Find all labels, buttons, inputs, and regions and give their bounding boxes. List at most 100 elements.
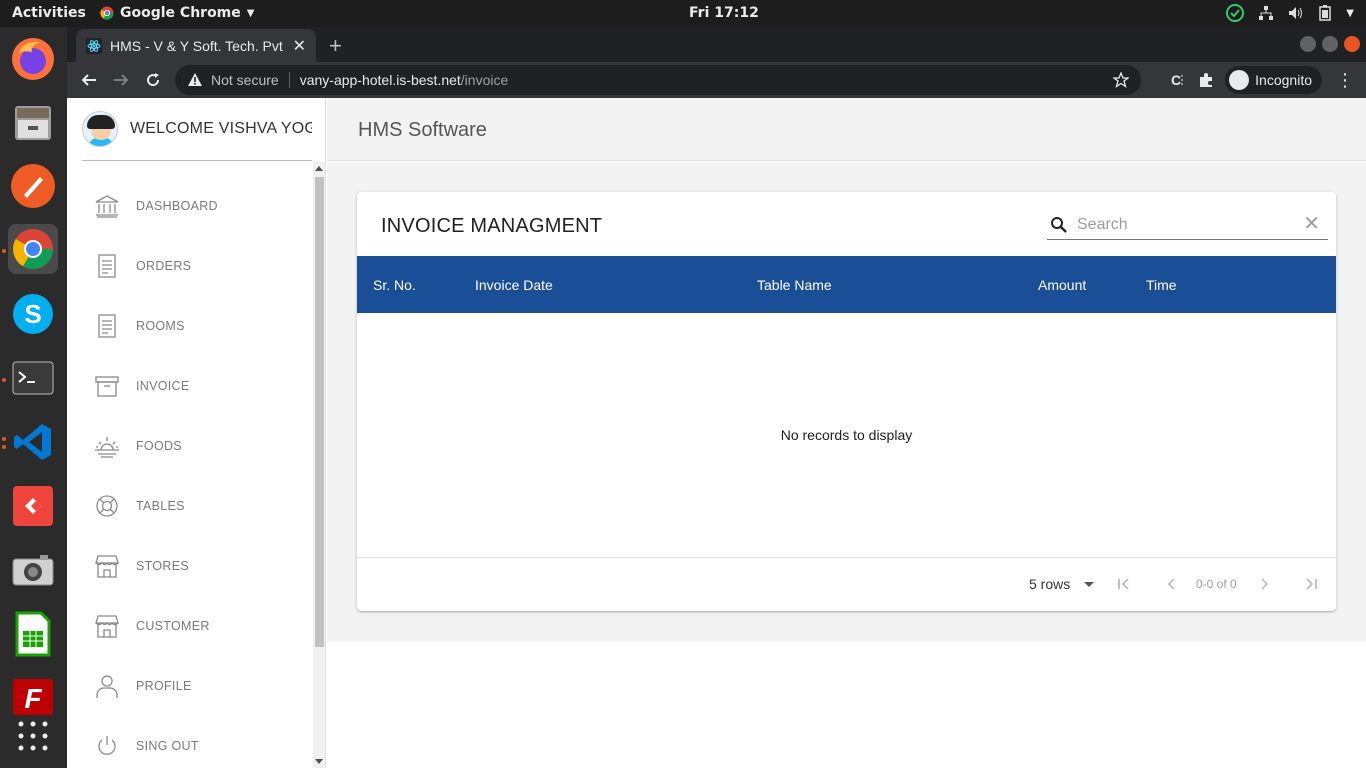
sidebar-item-stores[interactable]: STORES [67,536,312,596]
scroll-down-arrow-icon[interactable] [315,759,323,764]
close-window-button[interactable] [1344,36,1360,52]
forward-arrow-icon[interactable] [105,64,137,96]
sidebar-item-invoice[interactable]: INVOICE [67,356,312,416]
next-page-icon[interactable] [1254,574,1274,594]
anydesk-launcher[interactable] [8,481,58,531]
sidebar-scrollbar[interactable] [313,162,325,768]
skype-launcher[interactable]: S [8,289,58,339]
running-indicator [2,378,6,382]
sidebar-item-sign-out[interactable]: SING OUT [67,716,312,768]
update-check-icon[interactable] [1226,4,1245,22]
system-tray[interactable]: ▼ [1226,4,1354,22]
receipt-icon [94,253,120,279]
postman-launcher[interactable] [8,161,58,211]
show-applications-button[interactable] [8,711,58,761]
browser-tab[interactable]: HMS - V & Y Soft. Tech. Pvt ✕ [76,29,316,62]
svg-text:F: F [24,683,42,714]
react-favicon-icon [86,37,102,54]
browser-window: HMS - V & Y Soft. Tech. Pvt ✕ + Not secu… [67,27,1366,768]
file-cabinet-icon [15,106,51,140]
warning-icon[interactable] [187,72,203,88]
calc-launcher[interactable] [8,609,58,659]
firefox-launcher[interactable] [8,34,58,84]
sidebar-item-label: PROFILE [136,679,192,693]
power-icon [94,733,120,759]
store-icon [94,613,120,639]
anydesk-icon [13,486,53,526]
search-input[interactable] [1077,215,1297,234]
chrome-icon [13,229,53,269]
close-tab-icon[interactable]: ✕ [293,36,306,56]
incognito-icon [1229,70,1250,90]
cookie-blocked-icon[interactable]: C [1169,71,1187,89]
column-header-amount[interactable]: Amount [1038,277,1086,293]
running-indicator [2,437,6,441]
scroll-up-arrow-icon[interactable] [315,166,323,171]
address-bar[interactable]: Not secure vany-app-hotel.is-best.net/in… [175,65,1141,95]
clock[interactable]: Fri 17:12 [689,5,759,21]
column-header-table-name[interactable]: Table Name [757,277,832,293]
sidebar-item-label: DASHBOARD [136,199,218,213]
dock: S F [0,27,67,768]
column-header-sr-no[interactable]: Sr. No. [373,277,416,293]
sidebar-item-tables[interactable]: TABLES [67,476,312,536]
app-menu[interactable]: Google Chrome ▼ [100,5,254,21]
toolbar-right: C Incognito ⋮ [1169,66,1358,94]
postman-icon [11,164,55,208]
archive-icon [94,373,120,399]
new-tab-button[interactable]: + [329,33,342,59]
sidebar-item-customer[interactable]: CUSTOMER [67,596,312,656]
store-icon [94,553,120,579]
receipt-icon [94,313,120,339]
chrome-launcher[interactable] [8,224,58,274]
chrome-icon [100,6,114,20]
search-icon [1049,215,1069,235]
previous-page-icon[interactable] [1162,574,1182,594]
tab-title: HMS - V & Y Soft. Tech. Pvt [110,37,283,54]
column-header-time[interactable]: Time [1146,277,1177,293]
url-text[interactable]: vany-app-hotel.is-best.net/invoice [300,72,1105,88]
sidebar-item-orders[interactable]: ORDERS [67,236,312,296]
battery-icon[interactable] [1318,5,1332,21]
rows-per-page-select[interactable]: 5 rows [1029,576,1095,592]
main-area: HMS Software INVOICE MANAGMENT ✕ Sr. No.… [327,98,1366,768]
more-menu-icon[interactable]: ⋮ [1332,70,1358,91]
minimize-button[interactable] [1300,36,1316,52]
back-arrow-icon[interactable] [73,64,105,96]
volume-icon[interactable] [1288,5,1304,21]
bank-icon [94,193,120,219]
incognito-badge[interactable]: Incognito [1225,66,1322,94]
first-page-icon[interactable] [1114,574,1134,594]
sidebar-item-rooms[interactable]: ROOMS [67,296,312,356]
running-indicator [2,249,6,253]
app-menu-label: Google Chrome [120,5,241,21]
vscode-launcher[interactable] [8,417,58,467]
system-menu-arrow-icon[interactable]: ▼ [1346,8,1354,19]
scrollbar-thumb[interactable] [315,177,324,647]
network-icon[interactable] [1258,5,1274,21]
sidebar-item-label: CUSTOMER [136,619,210,633]
maximize-button[interactable] [1322,36,1338,52]
column-header-invoice-date[interactable]: Invoice Date [475,277,553,293]
extensions-puzzle-icon[interactable] [1197,71,1215,89]
svg-text:S: S [24,299,41,329]
bookmark-star-icon[interactable] [1113,72,1129,88]
terminal-launcher[interactable] [8,353,58,403]
sidebar-item-foods[interactable]: FOODS [67,416,312,476]
url-host: vany-app-hotel.is-best.net [299,72,461,88]
not-secure-label[interactable]: Not secure [211,72,279,88]
files-launcher[interactable] [8,97,58,147]
screenshot-launcher[interactable] [8,545,58,595]
sidebar-item-dashboard[interactable]: DASHBOARD [67,176,312,236]
sunrise-icon [94,433,120,459]
reload-icon[interactable] [137,64,169,96]
clear-search-icon[interactable]: ✕ [1303,214,1320,234]
welcome-text: WELCOME VISHVA YOGI [130,120,312,137]
sidebar-item-label: ORDERS [136,259,192,273]
activities-button[interactable]: Activities [12,5,86,21]
empty-message: No records to display [780,427,913,443]
sidebar-header: WELCOME VISHVA YOGI [82,98,312,161]
last-page-icon[interactable] [1301,574,1321,594]
vscode-icon [14,424,51,460]
sidebar-item-profile[interactable]: PROFILE [67,656,312,716]
